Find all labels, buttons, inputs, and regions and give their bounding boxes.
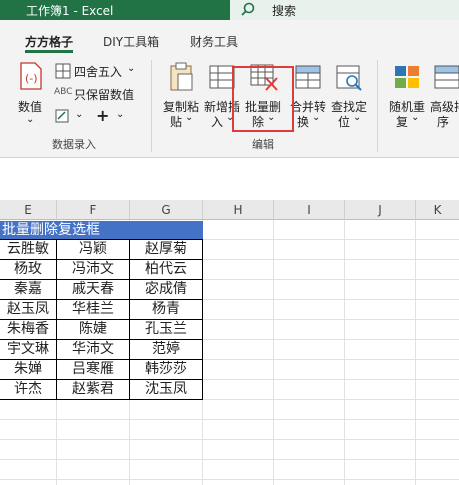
highlight-frame — [232, 66, 294, 132]
numeric-icon: (-) — [20, 62, 42, 90]
active-tab-underline — [25, 50, 73, 53]
data-entry-group-label: 数据录入 — [52, 138, 96, 151]
edit-group-label: 编辑 — [252, 138, 274, 151]
new-insert-label-2: 入 — [211, 115, 224, 129]
table-cell[interactable]: 杨青 — [130, 300, 202, 319]
plus-icon: + — [96, 106, 110, 125]
table-cell[interactable]: 赵玉凤 — [0, 300, 56, 319]
spreadsheet-grid[interactable]: E F G H I J K 批量删除复选框 云胜敏 冯颖 赵厚菊 杨玫 冯沛文 … — [0, 200, 459, 485]
sort-icon — [434, 65, 459, 89]
gridline — [0, 459, 459, 460]
table-cell[interactable]: 范婷 — [130, 340, 202, 359]
table-border — [0, 399, 203, 400]
chevron-down-icon: ⌄ — [127, 63, 136, 74]
round-label: 四舍五入 — [74, 65, 123, 79]
clipboard-icon — [170, 62, 193, 91]
merge-icon — [295, 65, 321, 89]
table-cell[interactable]: 韩莎莎 — [130, 360, 202, 379]
table-cell[interactable]: 云胜敏 — [0, 240, 56, 259]
chevron-down-icon: ⌄ — [312, 112, 321, 123]
chevron-down-icon: ⌄ — [411, 112, 420, 123]
gridline — [0, 439, 459, 440]
ribbon: (-) 数值 ⌄ 四舍五入 ⌄ ABC 只保留数值 ⌄ + ⌄ 数据录入 复制粘… — [0, 54, 459, 158]
column-header-j[interactable]: J — [345, 200, 416, 220]
column-header-g[interactable]: G — [130, 200, 203, 220]
table-cell[interactable]: 陈婕 — [57, 320, 129, 339]
chevron-down-icon: ⌄ — [353, 112, 362, 123]
svg-text:(-): (-) — [25, 72, 38, 85]
tab-diy-toolbox[interactable]: DIY工具箱 — [103, 33, 159, 50]
find-icon — [336, 65, 362, 91]
table-cell[interactable]: 冯颖 — [57, 240, 129, 259]
ribbon-tabs: 方方格子 DIY工具箱 财务工具 — [0, 20, 459, 54]
search-label: 搜索 — [272, 4, 297, 18]
copy-paste-label-2: 贴 — [170, 115, 183, 129]
table-cell[interactable]: 冯沛文 — [57, 260, 129, 279]
table-cell[interactable]: 孔玉兰 — [130, 320, 202, 339]
table-cell[interactable]: 朱梅香 — [0, 320, 56, 339]
table-cell[interactable]: 吕寒雁 — [57, 360, 129, 379]
table-cell[interactable]: 秦嘉 — [0, 280, 56, 299]
group-separator — [377, 60, 378, 152]
column-header-k[interactable]: K — [416, 200, 459, 220]
chevron-down-icon: ⌄ — [26, 114, 35, 125]
table-cell[interactable]: 杨玫 — [0, 260, 56, 279]
column-header-e[interactable]: E — [0, 200, 57, 220]
gridline — [0, 419, 459, 420]
table-cell[interactable]: 宇文琳 — [0, 340, 56, 359]
chevron-down-icon: ⌄ — [185, 112, 194, 123]
tab-finance-tools[interactable]: 财务工具 — [190, 33, 238, 50]
title-bar: 工作簿1 - Excel 搜索 — [0, 0, 459, 20]
window-title: 工作簿1 - Excel — [26, 4, 114, 18]
merge-convert-label-2: 换 — [297, 115, 310, 129]
chevron-down-icon: ⌄ — [116, 109, 125, 120]
search-icon — [241, 2, 255, 16]
find-locate-label-2: 位 — [338, 115, 351, 129]
table-cell[interactable]: 赵厚菊 — [130, 240, 202, 259]
column-header-h[interactable]: H — [203, 200, 274, 220]
table-cell[interactable]: 柏代云 — [130, 260, 202, 279]
merged-header-cell[interactable]: 批量删除复选框 — [0, 221, 203, 239]
table-cell[interactable]: 朱婵 — [0, 360, 56, 379]
table-cell[interactable]: 沈玉凤 — [130, 380, 202, 399]
table-cell[interactable]: 戚天春 — [57, 280, 129, 299]
column-header-i[interactable]: I — [274, 200, 345, 220]
tab-fangfanggezi[interactable]: 方方格子 — [25, 33, 73, 50]
column-header-f[interactable]: F — [57, 200, 130, 220]
keep-value-label: 只保留数值 — [74, 88, 135, 102]
abc-prefix: ABC — [54, 87, 73, 97]
table-cell[interactable]: 华沛文 — [57, 340, 129, 359]
table-cell[interactable]: 华桂兰 — [57, 300, 129, 319]
table-cell[interactable]: 宓成倩 — [130, 280, 202, 299]
advanced-sort-label-2: 序 — [437, 115, 450, 129]
grid-round-icon — [55, 63, 71, 79]
numeric-label: 数值 — [18, 100, 43, 114]
excel-window: 工作簿1 - Excel 搜索 方方格子 DIY工具箱 财务工具 (-) 数值 … — [0, 0, 459, 485]
table-cell[interactable]: 赵紫君 — [57, 380, 129, 399]
group-separator — [151, 60, 152, 152]
search-box[interactable]: 搜索 — [230, 0, 459, 20]
format-icon — [55, 109, 69, 123]
random-icon — [395, 66, 419, 88]
random-repeat-label-2: 复 — [396, 115, 409, 129]
chevron-down-icon: ⌄ — [75, 109, 84, 120]
gridline — [0, 479, 459, 480]
table-cell[interactable]: 许杰 — [0, 380, 56, 399]
formula-area-gap — [0, 158, 459, 200]
